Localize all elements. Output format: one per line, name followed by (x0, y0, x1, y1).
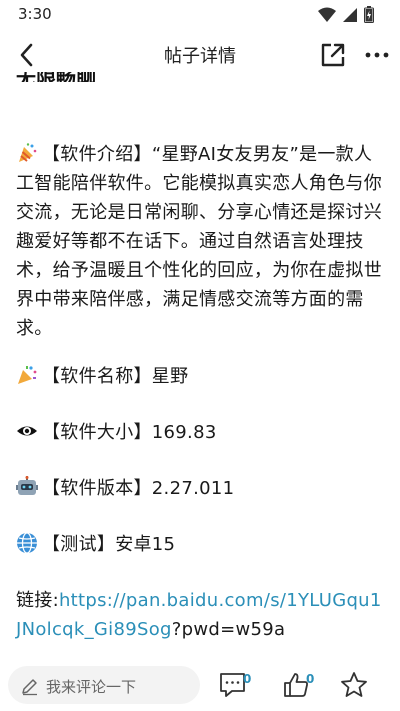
comment-placeholder: 我来评论一下 (46, 678, 137, 696)
intro-label: 【软件介绍】 (42, 144, 152, 165)
version-line: 【软件版本】2.27.011 (16, 474, 386, 503)
test-text: 【测试】安卓15 (42, 534, 176, 555)
signal-icon (343, 7, 357, 22)
comment-input[interactable]: 我来评论一下 (8, 666, 200, 704)
eye-icon (17, 426, 37, 436)
robot-icon (16, 476, 38, 495)
name-text: 【软件名称】星野 (42, 366, 189, 387)
size-line: 【软件大小】169.83 (16, 418, 386, 447)
bottom-action-bar: 我来评论一下 0 0 (0, 664, 400, 711)
wifi-icon (318, 7, 336, 22)
confetti-icon (18, 366, 37, 384)
like-count: 0 (306, 672, 315, 686)
link-password: ?pwd=w59a (171, 619, 286, 640)
party-horn-icon (19, 143, 37, 162)
post-content: 无限畅聊 【软件介绍】“星野AI女友男友”是一款人工智能陪伴软件。它能模拟真实恋… (0, 72, 400, 662)
status-time: 3:30 (18, 5, 52, 23)
star-icon[interactable] (339, 670, 369, 700)
link-line: 链接:https://pan.baidu.com/s/1YLUGqu1JNolc… (16, 586, 386, 644)
intro-paragraph: 【软件介绍】“星野AI女友男友”是一款人工智能陪伴软件。它能模拟真实恋人角色与你… (16, 140, 386, 343)
share-icon[interactable] (318, 40, 348, 70)
battery-icon (364, 6, 374, 23)
globe-icon (17, 532, 37, 554)
comment-count: 0 (243, 672, 252, 686)
size-text: 【软件大小】169.83 (42, 422, 217, 443)
intro-text: “星野AI女友男友”是一款人工智能陪伴软件。它能模拟真实恋人角色与你交流，无论是… (16, 144, 382, 339)
pencil-icon (22, 679, 37, 696)
status-icons (318, 6, 374, 23)
more-options-icon[interactable] (362, 40, 392, 70)
status-bar: 3:30 (0, 0, 400, 28)
version-text: 【软件版本】2.27.011 (42, 478, 235, 499)
test-line: 【测试】安卓15 (16, 530, 386, 559)
clipped-heading: 无限畅聊 (16, 72, 96, 82)
link-label: 链接: (16, 590, 59, 611)
name-line: 【软件名称】星野 (16, 362, 386, 391)
